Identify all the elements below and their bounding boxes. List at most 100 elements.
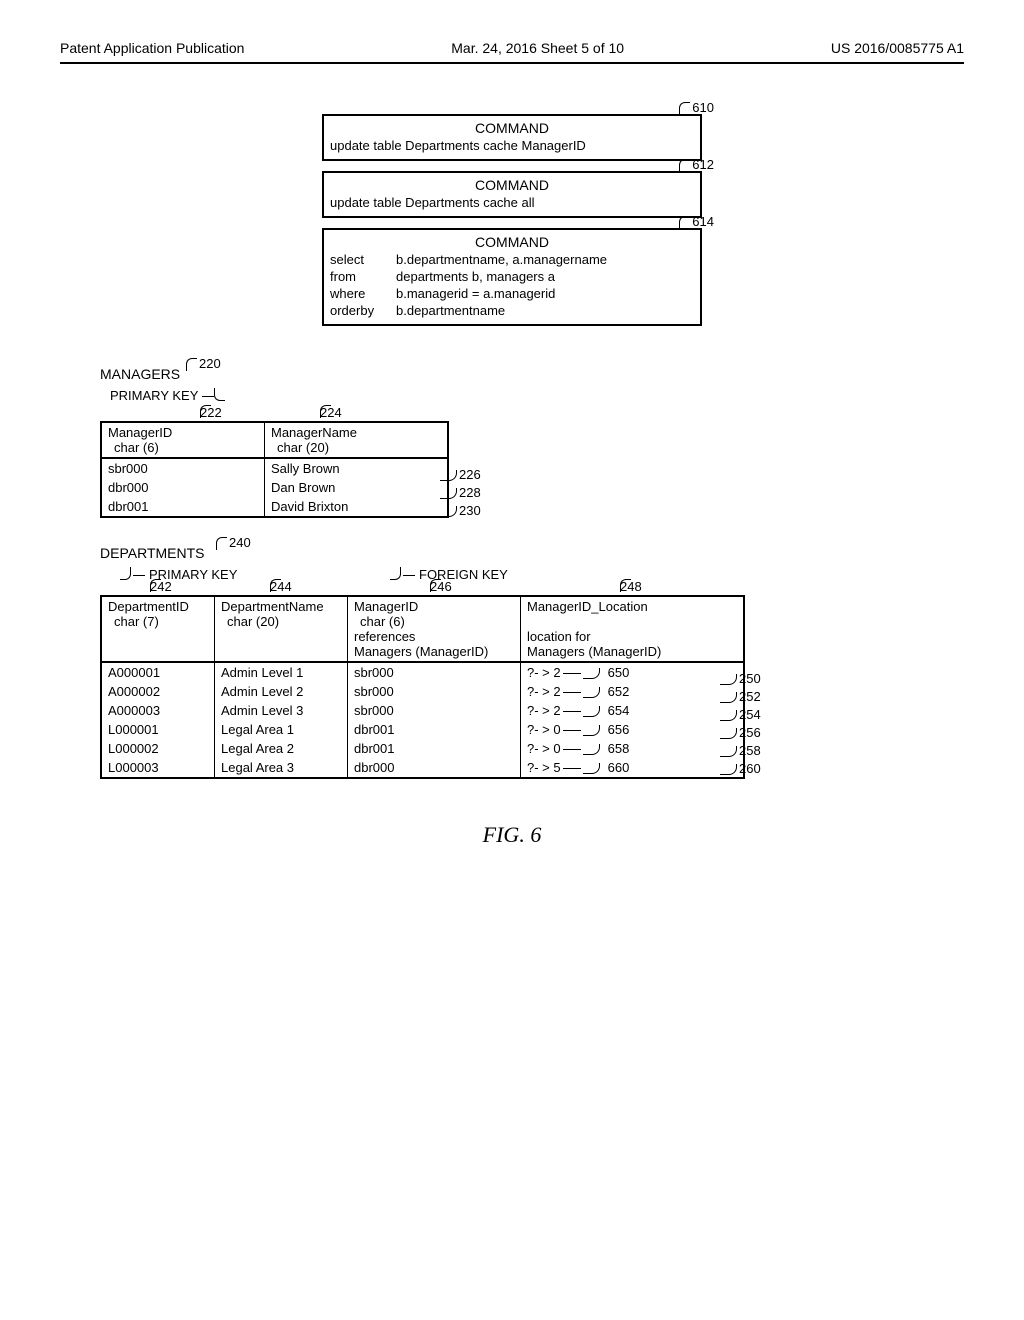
cell: Admin Level 1 xyxy=(215,662,348,682)
dept-col1-type: char (7) xyxy=(108,614,208,629)
callout-252: 252 xyxy=(720,689,761,704)
command-614-group: 614 COMMAND select b.departmentname, a.m… xyxy=(322,228,702,326)
sql-val-where: b.managerid = a.managerid xyxy=(396,286,694,301)
cell: Legal Area 1 xyxy=(215,720,348,739)
table-row: A000002 Admin Level 2 sbr000 ?- > 2652 xyxy=(101,682,744,701)
sql-kw-from: from xyxy=(330,269,390,284)
sql-val-select: b.departmentname, a.managername xyxy=(396,252,694,267)
dept-col4-name: ManagerID_Location xyxy=(527,599,737,614)
dept-col3-type: char (6) xyxy=(354,614,514,629)
dept-col3-extra2: Managers (ManagerID) xyxy=(354,644,514,659)
command-614-sql: select b.departmentname, a.managername f… xyxy=(330,252,694,318)
table-row: A000003 Admin Level 3 sbr000 ?- > 2654 xyxy=(101,701,744,720)
sql-val-orderby: b.departmentname xyxy=(396,303,694,318)
managers-col1-name: ManagerID xyxy=(108,425,258,440)
cell: Sally Brown xyxy=(265,458,449,478)
managers-pk-label: PRIMARY KEY xyxy=(110,388,964,403)
managers-col2-name: ManagerName xyxy=(271,425,441,440)
cell-loc: ?- > 2654 xyxy=(521,701,745,720)
command-614-box: COMMAND select b.departmentname, a.manag… xyxy=(322,228,702,326)
cell: A000002 xyxy=(101,682,215,701)
table-row: L000003 Legal Area 3 dbr000 ?- > 5660 xyxy=(101,758,744,778)
header-left: Patent Application Publication xyxy=(60,40,244,56)
managers-title: MANAGERS 220 xyxy=(100,366,180,382)
cell: David Brixton xyxy=(265,497,449,517)
callout-226: 226 xyxy=(440,467,481,482)
cell: sbr000 xyxy=(348,682,521,701)
callout-256: 256 xyxy=(720,725,761,740)
command-610-title: COMMAND xyxy=(330,120,694,136)
departments-title: DEPARTMENTS 240 xyxy=(100,545,205,561)
managers-table: ManagerID char (6) ManagerName char (20)… xyxy=(100,421,449,518)
cell: L000001 xyxy=(101,720,215,739)
callout-230: 230 xyxy=(440,503,481,518)
sql-val-from: departments b, managers a xyxy=(396,269,694,284)
cell: A000003 xyxy=(101,701,215,720)
managers-col2-type: char (20) xyxy=(271,440,441,455)
cell-loc: ?- > 0656 xyxy=(521,720,745,739)
command-612-box: COMMAND update table Departments cache a… xyxy=(322,171,702,218)
cell-loc: ?- > 5660 xyxy=(521,758,745,778)
table-row: sbr000 Sally Brown xyxy=(101,458,448,478)
cell: Dan Brown xyxy=(265,478,449,497)
callout-612: 612 xyxy=(679,157,714,172)
cell: Legal Area 2 xyxy=(215,739,348,758)
dept-col2-type: char (20) xyxy=(221,614,341,629)
cell: L000002 xyxy=(101,739,215,758)
cell: sbr000 xyxy=(101,458,265,478)
page-header: Patent Application Publication Mar. 24, … xyxy=(60,40,964,64)
cell-loc: ?- > 0658 xyxy=(521,739,745,758)
command-612-title: COMMAND xyxy=(330,177,694,193)
departments-table: DepartmentID char (7) DepartmentName cha… xyxy=(100,595,745,779)
command-610-body: update table Departments cache ManagerID xyxy=(330,138,694,153)
cell: L000003 xyxy=(101,758,215,778)
cell: A000001 xyxy=(101,662,215,682)
dept-col4-extra2: Managers (ManagerID) xyxy=(527,644,737,659)
command-610-box: COMMAND update table Departments cache M… xyxy=(322,114,702,161)
cell-loc: ?- > 2650 xyxy=(521,662,745,682)
cell: sbr000 xyxy=(348,701,521,720)
cell: Legal Area 3 xyxy=(215,758,348,778)
command-612-body: update table Departments cache all xyxy=(330,195,694,210)
table-row: dbr001 David Brixton xyxy=(101,497,448,517)
cell: dbr001 xyxy=(101,497,265,517)
header-right: US 2016/0085775 A1 xyxy=(831,40,964,56)
header-center: Mar. 24, 2016 Sheet 5 of 10 xyxy=(451,40,624,56)
sql-kw-orderby: orderby xyxy=(330,303,390,318)
cell: dbr000 xyxy=(101,478,265,497)
managers-section: MANAGERS 220 PRIMARY KEY 222 224 Manager… xyxy=(100,366,964,521)
dept-col2-name: DepartmentName xyxy=(221,599,341,614)
dept-col1-name: DepartmentID xyxy=(108,599,208,614)
callout-614: 614 xyxy=(679,214,714,229)
cell: dbr001 xyxy=(348,720,521,739)
sql-kw-where: where xyxy=(330,286,390,301)
managers-col1-type: char (6) xyxy=(108,440,258,455)
cell: Admin Level 2 xyxy=(215,682,348,701)
callout-610: 610 xyxy=(679,100,714,115)
callout-228: 228 xyxy=(440,485,481,500)
cell: sbr000 xyxy=(348,662,521,682)
table-row: L000001 Legal Area 1 dbr001 ?- > 0656 xyxy=(101,720,744,739)
dept-col3-name: ManagerID xyxy=(354,599,514,614)
cell: dbr001 xyxy=(348,739,521,758)
table-row: L000002 Legal Area 2 dbr001 ?- > 0658 xyxy=(101,739,744,758)
command-610-group: 610 COMMAND update table Departments cac… xyxy=(322,114,702,161)
callout-254: 254 xyxy=(720,707,761,722)
dept-col3-extra1: references xyxy=(354,629,514,644)
command-612-group: 612 COMMAND update table Departments cac… xyxy=(322,171,702,218)
departments-section: DEPARTMENTS 240 PRIMARY KEY FOREIGN KEY … xyxy=(100,545,964,782)
table-row: dbr000 Dan Brown xyxy=(101,478,448,497)
cell: dbr000 xyxy=(348,758,521,778)
callout-220: 220 xyxy=(186,356,221,371)
callout-258: 258 xyxy=(720,743,761,758)
cell-loc: ?- > 2652 xyxy=(521,682,745,701)
callout-240: 240 xyxy=(216,535,251,550)
callout-250: 250 xyxy=(720,671,761,686)
callout-260: 260 xyxy=(720,761,761,776)
dept-col4-extra1: location for xyxy=(527,629,737,644)
cell: Admin Level 3 xyxy=(215,701,348,720)
command-614-title: COMMAND xyxy=(330,234,694,250)
table-row: A000001 Admin Level 1 sbr000 ?- > 2650 xyxy=(101,662,744,682)
figure-caption: FIG. 6 xyxy=(60,822,964,848)
sql-kw-select: select xyxy=(330,252,390,267)
